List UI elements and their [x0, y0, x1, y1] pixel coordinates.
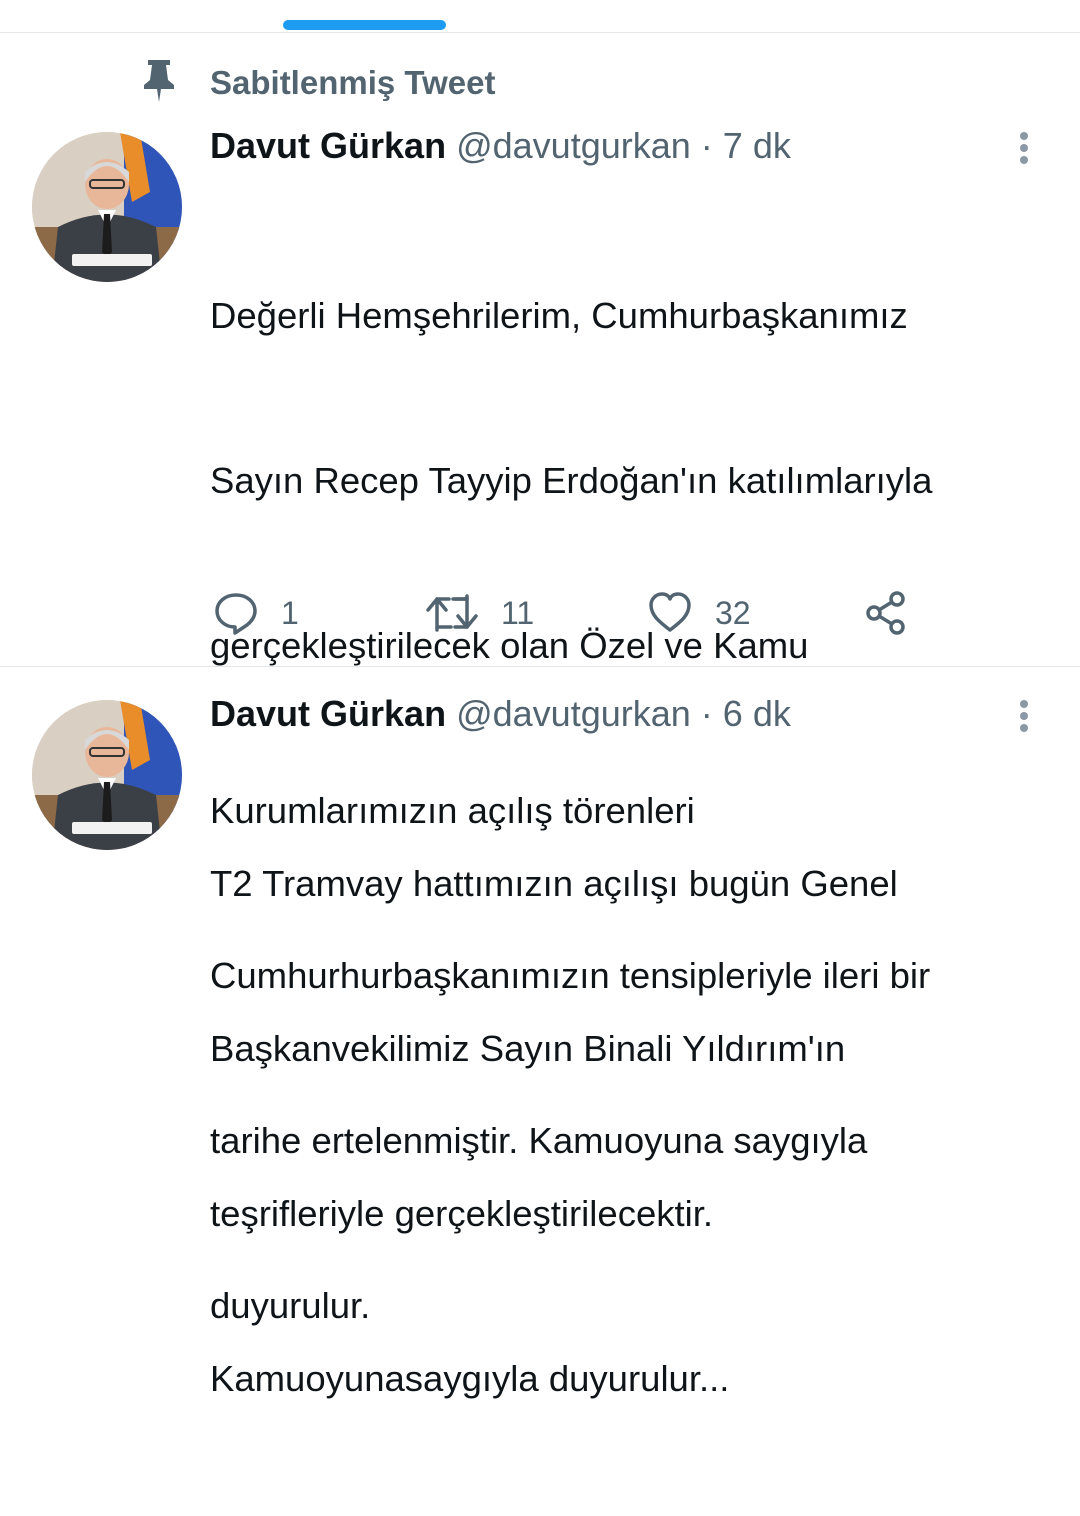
retweet-count: 11 [501, 594, 535, 631]
tweet-timestamp[interactable]: 6 dk [723, 693, 791, 734]
share-button[interactable] [863, 590, 909, 636]
tweet-text-line: Kamuoyunasaygıyla duyurulur... [210, 1358, 730, 1399]
tweet-header: Davut Gürkan @davutgurkan · 6 dk [210, 692, 791, 736]
retweet-icon [426, 594, 478, 632]
display-name[interactable]: Davut Gürkan [210, 125, 446, 166]
like-button[interactable]: 32 [647, 590, 751, 636]
reply-button[interactable]: 1 [213, 590, 299, 636]
tab-active-indicator [283, 20, 446, 30]
display-name[interactable]: Davut Gürkan [210, 693, 446, 734]
retweet-button[interactable]: 11 [425, 590, 534, 636]
tweet-text-line: Başkanvekilimiz Sayın Binali Yıldırım'ın [210, 1028, 846, 1069]
more-options-icon[interactable] [1012, 696, 1036, 736]
share-icon [866, 591, 905, 635]
tweet-header: Davut Gürkan @davutgurkan · 7 dk [210, 124, 791, 168]
user-handle[interactable]: @davutgurkan [456, 693, 691, 734]
tweet-text: T2 Tramvay hattımızın açılışı bugün Gene… [210, 746, 1050, 1516]
separator-dot: · [700, 125, 713, 166]
divider [0, 32, 1080, 33]
tweet-text-line: T2 Tramvay hattımızın açılışı bugün Gene… [210, 863, 898, 904]
like-count: 32 [715, 594, 751, 631]
tweet-text-line: Sayın Recep Tayyip Erdoğan'ın katılımlar… [210, 460, 933, 501]
reply-count: 1 [281, 594, 299, 631]
avatar[interactable] [32, 700, 182, 850]
pinned-label-text: Sabitlenmiş Tweet [210, 64, 496, 101]
pinned-tweet-label: Sabitlenmiş Tweet [140, 58, 495, 104]
heart-icon [649, 592, 691, 632]
tweet-action-bar: 1 11 32 [213, 590, 933, 636]
divider [0, 666, 1080, 667]
tweet-timestamp[interactable]: 7 dk [723, 125, 791, 166]
avatar[interactable] [32, 132, 182, 282]
separator-dot: · [700, 693, 713, 734]
tweet-text-line: teşrifleriyle gerçekleştirilecektir. [210, 1193, 714, 1234]
reply-icon [215, 593, 257, 635]
pin-icon [144, 60, 174, 102]
user-handle[interactable]: @davutgurkan [456, 125, 691, 166]
more-options-icon[interactable] [1012, 128, 1036, 168]
tweet-text-line: Değerli Hemşehrilerim, Cumhurbaşkanımız [210, 295, 908, 336]
